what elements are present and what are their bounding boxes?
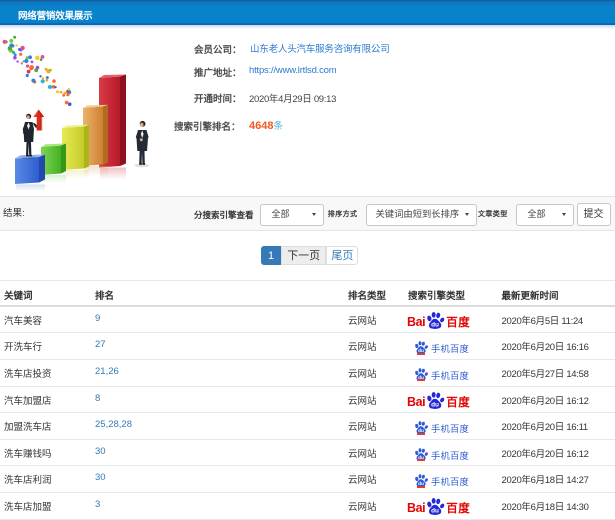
svg-text:du: du: [431, 401, 439, 408]
svg-text:du: du: [431, 321, 439, 328]
svg-text:du: du: [431, 508, 439, 515]
